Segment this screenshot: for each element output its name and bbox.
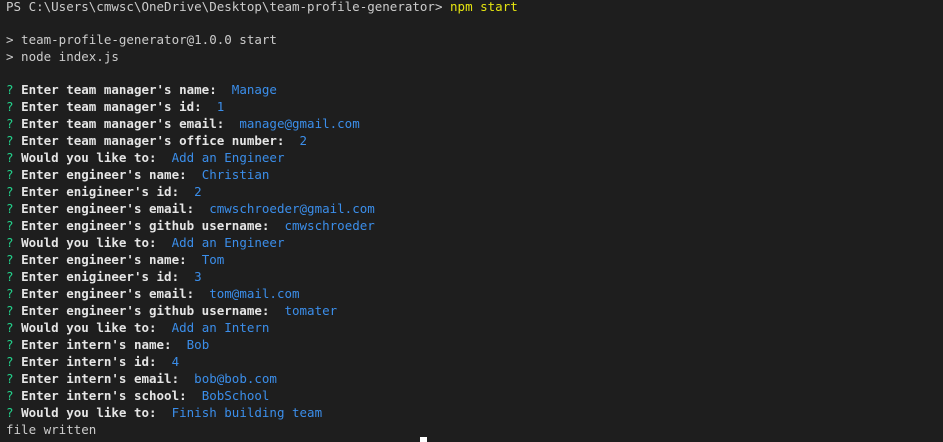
prompt-answer: Christian bbox=[201, 167, 270, 182]
prompt-question: Enter intern's school: bbox=[21, 388, 187, 403]
question-mark-icon: ? bbox=[6, 82, 14, 97]
prompt-question: Enter engineer's name: bbox=[21, 167, 187, 182]
prompt-answer: Tom bbox=[201, 252, 225, 267]
prompt-answer: Manage bbox=[231, 82, 277, 97]
question-mark-icon: ? bbox=[6, 116, 14, 131]
final-output-line: file written bbox=[6, 422, 97, 437]
question-mark-icon: ? bbox=[6, 303, 14, 318]
question-mark-icon: ? bbox=[6, 150, 14, 165]
prompt-answer: Bob bbox=[186, 337, 210, 352]
prompt-answer: BobSchool bbox=[201, 388, 270, 403]
question-mark-icon: ? bbox=[6, 201, 14, 216]
prompt-question: Enter engineer's email: bbox=[21, 286, 195, 301]
question-mark-icon: ? bbox=[6, 99, 14, 114]
prompt-answer: tom@mail.com bbox=[209, 286, 300, 301]
question-mark-icon: ? bbox=[6, 167, 14, 182]
npm-output-line: > node index.js bbox=[6, 49, 119, 64]
prompt-question: Enter team manager's email: bbox=[21, 116, 225, 131]
prompt-question: Enter intern's email: bbox=[21, 371, 180, 386]
prompt-answer-line: ? Enter engineer's name: Christian bbox=[6, 166, 943, 183]
question-mark-icon: ? bbox=[6, 252, 14, 267]
prompt-answer-line: ? Would you like to: Finish building tea… bbox=[6, 404, 943, 421]
prompt-question: Would you like to: bbox=[21, 235, 157, 250]
question-mark-icon: ? bbox=[6, 235, 14, 250]
prompt-question: Would you like to: bbox=[21, 150, 157, 165]
question-mark-icon: ? bbox=[6, 133, 14, 148]
question-mark-icon: ? bbox=[6, 405, 14, 420]
prompt-answer-line: ? Enter team manager's office number: 2 bbox=[6, 132, 943, 149]
prompt-answer: 4 bbox=[171, 354, 180, 369]
prompt-question: Enter intern's id: bbox=[21, 354, 157, 369]
prompt-question: Enter team manager's office number: bbox=[21, 133, 285, 148]
prompt-answer-line: ? Enter team manager's id: 1 bbox=[6, 98, 943, 115]
prompt-question: Enter intern's name: bbox=[21, 337, 172, 352]
prompt-answer: 1 bbox=[216, 99, 225, 114]
prompt-answer-line: ? Enter engineer's github username: toma… bbox=[6, 302, 943, 319]
prompt-question: Enter team manager's name: bbox=[21, 82, 217, 97]
prompt-answer: 2 bbox=[299, 133, 308, 148]
prompt-answer-line: ? Enter engineer's email: tom@mail.com bbox=[6, 285, 943, 302]
question-mark-icon: ? bbox=[6, 354, 14, 369]
prompt-question: Enter engineer's email: bbox=[21, 201, 195, 216]
question-mark-icon: ? bbox=[6, 337, 14, 352]
prompt-question: Enter enigineer's id: bbox=[21, 184, 180, 199]
prompt-line: PS C:\Users\cmwsc\OneDrive\Desktop\team-… bbox=[6, 0, 943, 15]
prompt-answer-line: ? Enter engineer's email: cmwschroeder@g… bbox=[6, 200, 943, 217]
prompt-answer-line: ? Enter enigineer's id: 3 bbox=[6, 268, 943, 285]
prompt-answer-list: ? Enter team manager's name: Manage? Ent… bbox=[6, 81, 943, 421]
question-mark-icon: ? bbox=[6, 286, 14, 301]
prompt-question: Enter enigineer's id: bbox=[21, 269, 180, 284]
prompt-answer: Finish building team bbox=[171, 405, 323, 420]
entered-command: npm start bbox=[450, 0, 518, 14]
prompt-answer-line: ? Would you like to: Add an Intern bbox=[6, 319, 943, 336]
prompt-answer: Add an Engineer bbox=[171, 235, 285, 250]
prompt-answer: 2 bbox=[194, 184, 202, 199]
terminal-output[interactable]: PS C:\Users\cmwsc\OneDrive\Desktop\team-… bbox=[0, 0, 943, 442]
question-mark-icon: ? bbox=[6, 371, 14, 386]
prompt-question: Enter engineer's github username: bbox=[21, 218, 270, 233]
prompt-answer: 3 bbox=[194, 269, 202, 284]
prompt-answer: tomater bbox=[284, 303, 338, 318]
prompt-answer: Add an Intern bbox=[171, 320, 270, 335]
prompt-question: Enter engineer's github username: bbox=[21, 303, 270, 318]
question-mark-icon: ? bbox=[6, 320, 14, 335]
prompt-answer: manage@gmail.com bbox=[239, 116, 360, 131]
terminal-cursor bbox=[420, 437, 427, 442]
prompt-question: Enter engineer's name: bbox=[21, 252, 187, 267]
question-mark-icon: ? bbox=[6, 218, 14, 233]
prompt-question: Enter team manager's id: bbox=[21, 99, 202, 114]
question-mark-icon: ? bbox=[6, 269, 14, 284]
prompt-answer-line: ? Enter engineer's github username: cmws… bbox=[6, 217, 943, 234]
prompt-answer-line: ? Enter engineer's name: Tom bbox=[6, 251, 943, 268]
shell-prompt: PS C:\Users\cmwsc\OneDrive\Desktop\team-… bbox=[6, 0, 443, 14]
prompt-answer-line: ? Enter intern's email: bob@bob.com bbox=[6, 370, 943, 387]
prompt-answer: cmwschroeder bbox=[284, 218, 375, 233]
prompt-question: Would you like to: bbox=[21, 405, 157, 420]
prompt-answer-line: ? Enter intern's id: 4 bbox=[6, 353, 943, 370]
question-mark-icon: ? bbox=[6, 184, 14, 199]
question-mark-icon: ? bbox=[6, 388, 14, 403]
prompt-answer-line: ? Enter enigineer's id: 2 bbox=[6, 183, 943, 200]
prompt-answer-line: ? Enter intern's school: BobSchool bbox=[6, 387, 943, 404]
prompt-answer: cmwschroeder@gmail.com bbox=[209, 201, 375, 216]
prompt-answer-line: ? Enter team manager's email: manage@gma… bbox=[6, 115, 943, 132]
prompt-question: Would you like to: bbox=[21, 320, 157, 335]
prompt-answer-line: ? Would you like to: Add an Engineer bbox=[6, 149, 943, 166]
prompt-answer: Add an Engineer bbox=[171, 150, 285, 165]
prompt-answer-line: ? Enter team manager's name: Manage bbox=[6, 81, 943, 98]
prompt-answer: bob@bob.com bbox=[194, 371, 277, 386]
prompt-answer-line: ? Would you like to: Add an Engineer bbox=[6, 234, 943, 251]
npm-output-line: > team-profile-generator@1.0.0 start bbox=[6, 32, 277, 47]
prompt-answer-line: ? Enter intern's name: Bob bbox=[6, 336, 943, 353]
